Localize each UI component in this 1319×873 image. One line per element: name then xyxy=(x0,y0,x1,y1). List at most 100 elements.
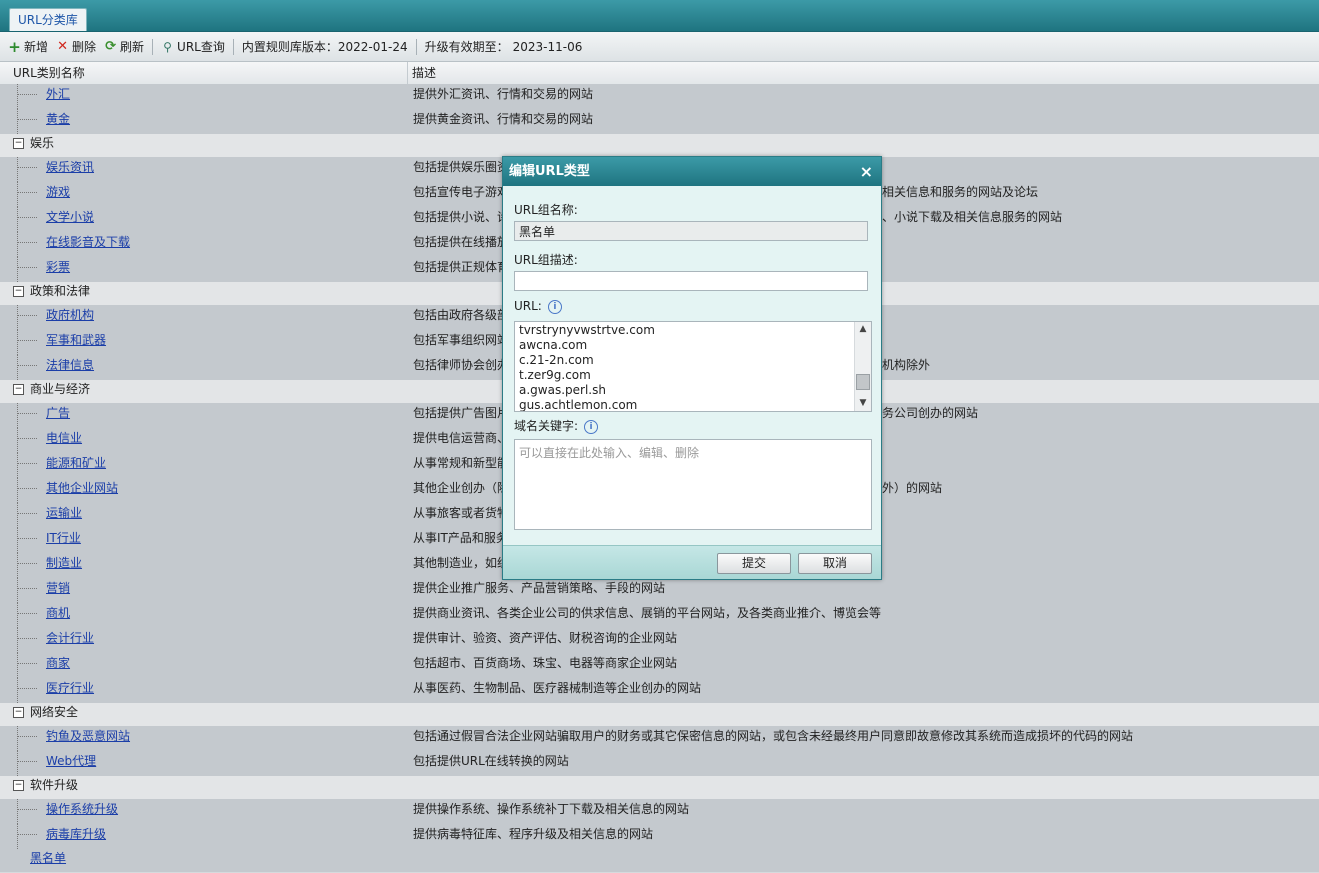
category-link[interactable]: 商家 xyxy=(46,653,70,674)
domain-keyword-textarea[interactable]: 可以直接在此处输入、编辑、删除 xyxy=(514,439,872,530)
collapse-icon[interactable]: − xyxy=(13,384,24,395)
column-divider[interactable] xyxy=(407,62,408,85)
category-row[interactable]: − 娱乐 xyxy=(0,134,1319,158)
table-row[interactable]: 商机 提供商业资讯、各类企业公司的供求信息、展销的平台网站，及各类商业推介、博览会… xyxy=(0,603,1319,629)
category-description: 提供商业资讯、各类企业公司的供求信息、展销的平台网站，及各类商业推介、博览会等 xyxy=(413,606,882,620)
expiry-value: 2023-11-06 xyxy=(512,39,583,54)
table-row[interactable]: 黑名单 xyxy=(0,849,1319,873)
table-row[interactable]: 商家 包括超市、百货商场、珠宝、电器等商家企业网站 xyxy=(0,653,1319,679)
category-link[interactable]: 娱乐资讯 xyxy=(46,157,94,178)
category-description: 包括提供正规体育 xyxy=(413,260,510,274)
column-header-name[interactable]: URL类别名称 xyxy=(13,62,85,85)
category-link[interactable]: 操作系统升级 xyxy=(46,799,118,820)
info-icon[interactable]: i xyxy=(584,419,599,434)
category-description: 从事医药、生物制品、医疗器械制造等企业创办的网站 xyxy=(413,681,702,695)
keyword-label: 域名关键字: xyxy=(514,419,579,433)
submit-button[interactable]: 提交 xyxy=(717,553,791,574)
add-button[interactable]: + 新增 xyxy=(8,38,48,56)
table-row[interactable]: 医疗行业 从事医药、生物制品、医疗器械制造等企业创办的网站 xyxy=(0,678,1319,704)
category-link[interactable]: 外汇 xyxy=(46,84,70,105)
table-row[interactable]: 外汇 提供外汇资讯、行情和交易的网站 xyxy=(0,84,1319,110)
tree-line xyxy=(17,834,37,835)
category-link[interactable]: 其他企业网站 xyxy=(46,478,118,499)
tree-line xyxy=(17,603,18,628)
table-row[interactable]: Web代理 包括提供URL在线转换的网站 xyxy=(0,751,1319,777)
tree-line xyxy=(17,478,18,503)
category-description-tail: 务公司创办的网站 xyxy=(882,406,979,420)
table-row[interactable]: 会计行业 提供审计、验资、资产评估、财税咨询的企业网站 xyxy=(0,628,1319,654)
category-description: 包括提供在线播放 xyxy=(413,235,510,249)
collapse-icon[interactable]: − xyxy=(13,138,24,149)
category-link[interactable]: 广告 xyxy=(46,403,70,424)
category-row[interactable]: − 软件升级 xyxy=(0,776,1319,800)
toolbar-separator xyxy=(415,38,417,55)
url-textarea[interactable]: tvrstrynyvwstrtve.com awcna.com c.21-2n.co… xyxy=(514,321,872,412)
tree-line xyxy=(17,365,37,366)
delete-button[interactable]: ✕ 删除 xyxy=(56,38,96,55)
url-query-label: URL查询 xyxy=(177,40,225,54)
scroll-down-icon[interactable]: ▼ xyxy=(855,396,871,411)
collapse-icon[interactable]: − xyxy=(13,286,24,297)
add-label: 新增 xyxy=(24,40,49,54)
url-entry: tvrstrynyvwstrtve.com xyxy=(519,323,655,337)
delete-label: 删除 xyxy=(72,40,97,54)
scroll-up-icon[interactable]: ▲ xyxy=(855,322,871,337)
url-entry: awcna.com xyxy=(519,338,588,352)
url-scrollbar[interactable]: ▲ ▼ xyxy=(854,322,871,411)
category-link[interactable]: 彩票 xyxy=(46,257,70,278)
category-description: 提供操作系统、操作系统补丁下载及相关信息的网站 xyxy=(413,802,690,816)
close-icon[interactable]: × xyxy=(860,157,873,186)
category-link[interactable]: 运输业 xyxy=(46,503,82,524)
table-row[interactable]: 操作系统升级 提供操作系统、操作系统补丁下载及相关信息的网站 xyxy=(0,799,1319,825)
dialog-title-bar[interactable]: 编辑URL类型 × xyxy=(503,157,881,186)
table-row[interactable]: 黄金 提供黄金资讯、行情和交易的网站 xyxy=(0,109,1319,135)
table-row[interactable]: 病毒库升级 提供病毒特征库、程序升级及相关信息的网站 xyxy=(0,824,1319,850)
tab-url-category[interactable]: URL分类库 xyxy=(9,8,87,31)
category-link[interactable]: 医疗行业 xyxy=(46,678,94,699)
collapse-icon[interactable]: − xyxy=(13,707,24,718)
group-name-field[interactable]: 黑名单 xyxy=(514,221,868,241)
category-link[interactable]: 在线影音及下载 xyxy=(46,232,130,253)
url-entry: c.21-2n.com xyxy=(519,353,594,367)
tree-line xyxy=(17,438,37,439)
category-link[interactable]: 军事和武器 xyxy=(46,330,106,351)
cancel-button[interactable]: 取消 xyxy=(798,553,872,574)
tree-line xyxy=(17,315,37,316)
collapse-icon[interactable]: − xyxy=(13,780,24,791)
url-entry: t.zer9g.com xyxy=(519,368,591,382)
category-link[interactable]: IT行业 xyxy=(46,528,81,549)
group-desc-field[interactable] xyxy=(514,271,868,291)
dialog-footer: 提交 取消 xyxy=(503,545,881,579)
category-link[interactable]: 商机 xyxy=(46,603,70,624)
category-link[interactable]: Web代理 xyxy=(46,751,96,772)
category-link[interactable]: 病毒库升级 xyxy=(46,824,106,845)
category-link[interactable]: 法律信息 xyxy=(46,355,94,376)
category-link[interactable]: 黄金 xyxy=(46,109,70,130)
category-link[interactable]: 政府机构 xyxy=(46,305,94,326)
category-link[interactable]: 会计行业 xyxy=(46,628,94,649)
tree-line xyxy=(17,182,18,207)
url-query-button[interactable]: ⚲ URL查询 xyxy=(161,38,225,55)
category-link[interactable]: 营销 xyxy=(46,578,70,599)
category-row[interactable]: − 网络安全 xyxy=(0,703,1319,727)
scroll-thumb[interactable] xyxy=(856,374,870,390)
category-link[interactable]: 游戏 xyxy=(46,182,70,203)
tree-line xyxy=(17,628,18,653)
table-header: URL类别名称 描述 xyxy=(0,62,1319,86)
category-link[interactable]: 黑名单 xyxy=(30,849,66,868)
category-link[interactable]: 文学小说 xyxy=(46,207,94,228)
tree-line xyxy=(17,663,37,664)
info-icon[interactable]: i xyxy=(547,299,562,314)
tree-line xyxy=(17,513,37,514)
refresh-button[interactable]: ⟳ 刷新 xyxy=(104,38,144,55)
category-link[interactable]: 能源和矿业 xyxy=(46,453,106,474)
table-row[interactable]: 钓鱼及恶意网站 包括通过假冒合法企业网站骗取用户的财务或其它保密信息的网站，或包含… xyxy=(0,726,1319,752)
category-link[interactable]: 制造业 xyxy=(46,553,82,574)
column-header-desc[interactable]: 描述 xyxy=(412,62,436,85)
category-description-tail: 、小说下载及相关信息服务的网站 xyxy=(882,210,1063,224)
tree-line xyxy=(17,726,18,751)
category-link[interactable]: 钓鱼及恶意网站 xyxy=(46,726,130,747)
table-row[interactable]: 营销 提供企业推广服务、产品营销策略、手段的网站 xyxy=(0,578,1319,604)
category-link[interactable]: 电信业 xyxy=(46,428,82,449)
tree-line xyxy=(17,761,37,762)
